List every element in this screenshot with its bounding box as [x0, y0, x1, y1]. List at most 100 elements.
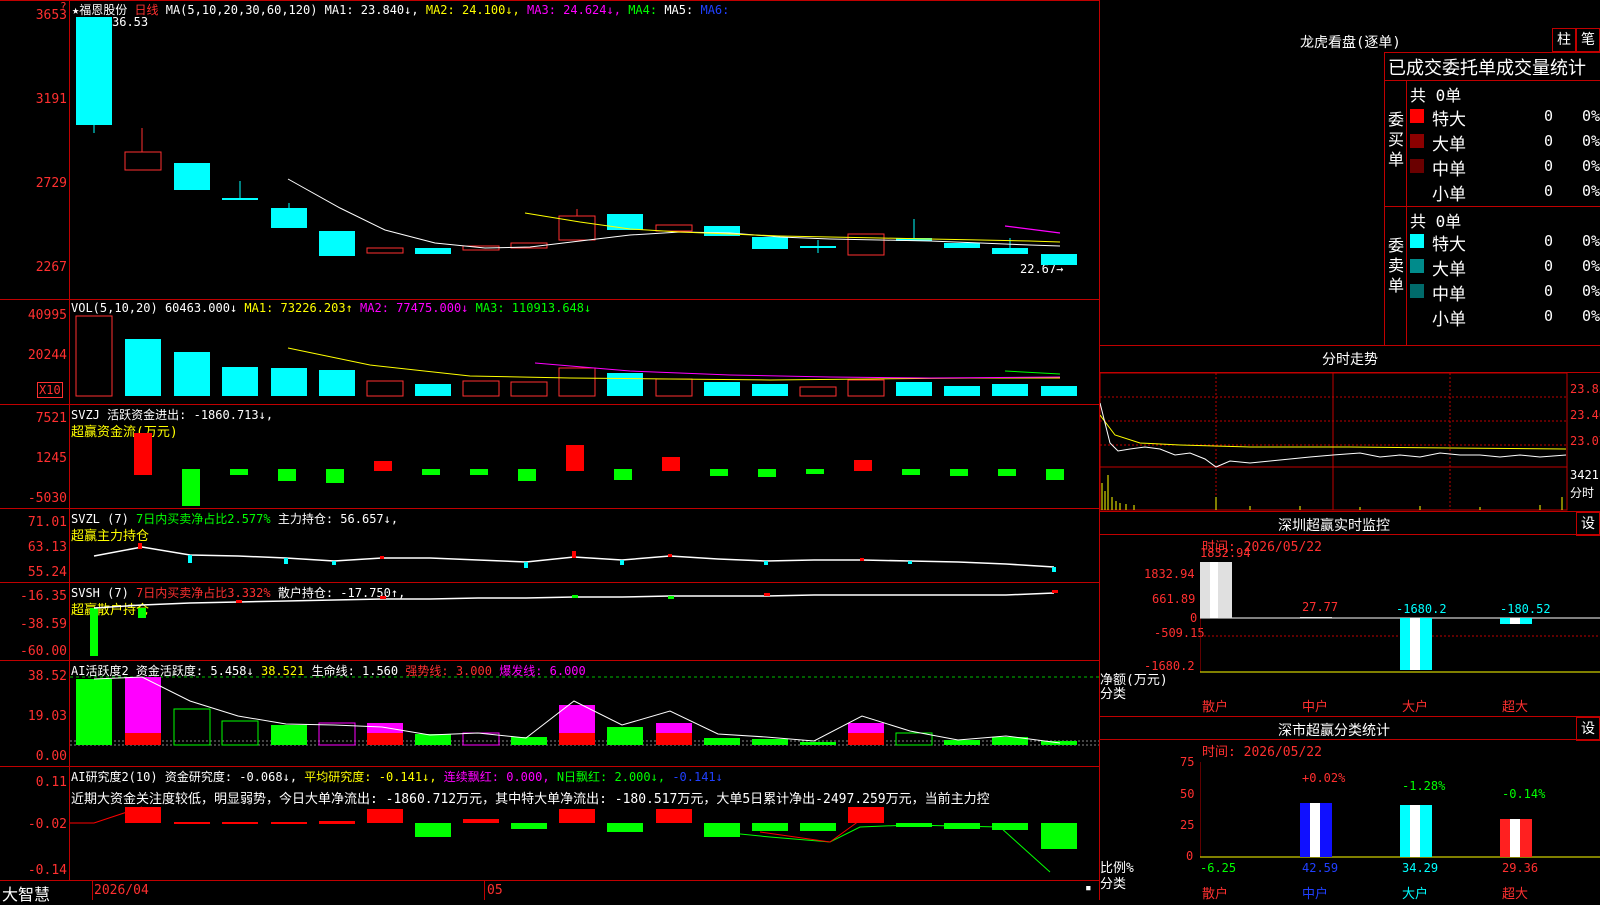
intraday-axis-3: 23.07 [1570, 434, 1600, 448]
dragon-header: 已成交委托单成交量统计 [1388, 58, 1586, 79]
classify-change-2: +0.02% [1302, 771, 1346, 785]
svzl-axis-2: 63.13 [27, 540, 67, 555]
monitor-title: 深圳超赢实时监控 [1278, 518, 1390, 534]
classify-cat-3: 大户 [1402, 887, 1429, 902]
classify-settings-button[interactable]: 设 [1576, 717, 1600, 741]
classify-val-4: 29.36 [1502, 861, 1539, 875]
svzl-panel[interactable]: 71.01 63.13 55.24 SVZL (7) 7日内买卖净占比2.577… [0, 509, 1099, 582]
monitor-axis-1: 1832.94 [1144, 567, 1195, 581]
candle [124, 151, 162, 171]
classify-cat-2: 中户 [1302, 887, 1329, 902]
vol-unit-box: X10 [37, 382, 63, 398]
dragon-btn-stroke[interactable]: 笔 [1576, 28, 1600, 52]
buy-row-m: 中单 0 0% [1410, 155, 1600, 180]
svzj-axis-3: -5030 [27, 491, 67, 506]
main-chart-panel[interactable]: 3653 3191 2729 2267 ? ★福恩股份 日线 MA(5,10,2… [0, 0, 1099, 299]
ai-active-axis-3: 0.00 [35, 749, 67, 764]
svsh-panel[interactable]: -16.35 -38.59 -60.00 SVSH (7) 7日内买卖净占比3.… [0, 583, 1099, 660]
intraday-axis-2: 23.46 [1570, 408, 1600, 422]
price-axis-3: 2729 [35, 176, 67, 191]
intraday-chart [1100, 373, 1568, 511]
vol-axis-2: 20244 [27, 348, 67, 363]
corner-question-icon[interactable]: ? [60, 0, 67, 13]
candle [271, 208, 307, 228]
vol-axis-1: 40995 [27, 308, 67, 323]
classify-val-1: -6.25 [1200, 861, 1237, 875]
lock-icon[interactable]: ▪ [1085, 881, 1092, 894]
buy-xl-swatch [1410, 109, 1424, 123]
ai-active-panel[interactable]: 38.52 19.03 0.00 AI活跃度2 资金活跃度: 5.458↓ 38… [0, 661, 1099, 766]
intraday-title: 分时走势 [1322, 352, 1378, 368]
sell-xl-swatch [1410, 234, 1424, 248]
ai-active-axis-1: 38.52 [27, 669, 67, 684]
classify-change-4: -0.14% [1502, 787, 1546, 801]
monitor-axis-3: 0 [1190, 611, 1198, 625]
buy-row-s: 小单 0 0% [1432, 182, 1600, 205]
price-axis-2: 3191 [35, 92, 67, 107]
monitor-val-2: 27.77 [1302, 600, 1339, 614]
buy-l-swatch [1410, 134, 1424, 148]
sell-row-s: 小单 0 0% [1432, 307, 1600, 330]
svzj-axis-2: 1245 [35, 451, 67, 466]
ai-research-bars [70, 806, 1077, 873]
classify-axis-1: 75 [1180, 755, 1195, 769]
dragon-btn-bar[interactable]: 柱 [1552, 28, 1576, 52]
classify-title: 深市超赢分类统计 [1278, 723, 1390, 739]
candle [415, 248, 451, 254]
ma3-line [1004, 225, 1061, 234]
candle [76, 17, 112, 125]
monitor-val-3: -1680.2 [1396, 602, 1447, 616]
svzl-axis-1: 71.01 [27, 515, 67, 530]
ai-active-axis-2: 19.03 [27, 709, 67, 724]
monitor-val-1: 1832.94 [1200, 546, 1251, 560]
intraday-panel[interactable]: 分时走势 23.85 23.46 23.07 3421 分时 [1100, 346, 1600, 511]
svzj-panel[interactable]: 7521 1245 -5030 SVZJ 活跃资金进出: -1860.713↓,… [0, 405, 1099, 508]
volume-panel[interactable]: 40995 20244 X10 VOL(5,10,20) 60463.000↓ … [0, 300, 1099, 404]
brand-label: 大智慧 [2, 885, 51, 904]
candle [319, 231, 355, 256]
monitor-settings-button[interactable]: 设 [1576, 512, 1600, 536]
classify-cat-1: 散户 [1202, 887, 1229, 902]
candle [366, 247, 404, 254]
classify-axis-4: 0 [1186, 849, 1194, 863]
classify-change-3: -1.28% [1402, 779, 1446, 793]
buy-total: 共 0单 [1410, 86, 1462, 105]
svzl-axis-3: 55.24 [27, 565, 67, 580]
sell-l-swatch [1410, 259, 1424, 273]
svzj-bars [134, 433, 1064, 506]
dragon-panel: 龙虎看盘(逐单) 柱 笔 已成交委托单成交量统计 共 0单 委买单 共 0单 委… [1100, 0, 1600, 345]
volume-bars [75, 315, 1077, 397]
svsh-axis-2: -38.59 [20, 617, 67, 632]
monitor-panel[interactable]: 深圳超赢实时监控 设 时间: 2026/05/22 1832.94 661.89… [1100, 512, 1600, 716]
ai-research-axis-3: -0.14 [27, 863, 67, 878]
classify-val-3: 34.29 [1402, 861, 1439, 875]
buy-row-l: 大单 0 0% [1410, 130, 1600, 155]
candle [800, 246, 836, 248]
candle [607, 214, 643, 230]
ai-research-axis-2: -0.02 [27, 817, 67, 832]
sell-row-l: 大单 0 0% [1410, 255, 1600, 280]
monitor-cat-4: 超大 [1502, 700, 1529, 715]
ai-research-panel[interactable]: 0.11 -0.02 -0.14 AI研究度2(10) 资金研究度: -0.06… [0, 767, 1099, 880]
price-axis-4: 2267 [35, 260, 67, 275]
bottom-bar: 大智慧 2026/04 05 ▪ [0, 881, 1099, 904]
classify-chart [1200, 762, 1600, 858]
classify-xlabel: 分类 [1100, 877, 1127, 892]
svsh-axis-3: -60.00 [20, 644, 67, 659]
classify-panel[interactable]: 深市超赢分类统计 设 时间: 2026/05/22 75 50 25 0 比例%… [1100, 717, 1600, 902]
monitor-xlabel: 分类 [1100, 687, 1127, 702]
buy-side-label: 委买单 [1388, 110, 1405, 169]
monitor-cat-2: 中户 [1302, 700, 1329, 715]
intraday-axis-1: 23.85 [1570, 382, 1600, 396]
monitor-chart [1200, 562, 1600, 673]
monitor-axis-4: -509.15 [1154, 626, 1205, 640]
svsh-line [90, 590, 1058, 656]
intraday-vol: 3421 [1570, 468, 1599, 482]
candle [944, 243, 980, 248]
ai-active-bars [70, 676, 1099, 746]
sell-m-swatch [1410, 284, 1424, 298]
sell-side-label: 委卖单 [1388, 236, 1405, 295]
candle [222, 198, 258, 200]
sell-row-m: 中单 0 0% [1410, 280, 1600, 305]
monitor-cat-3: 大户 [1402, 700, 1429, 715]
